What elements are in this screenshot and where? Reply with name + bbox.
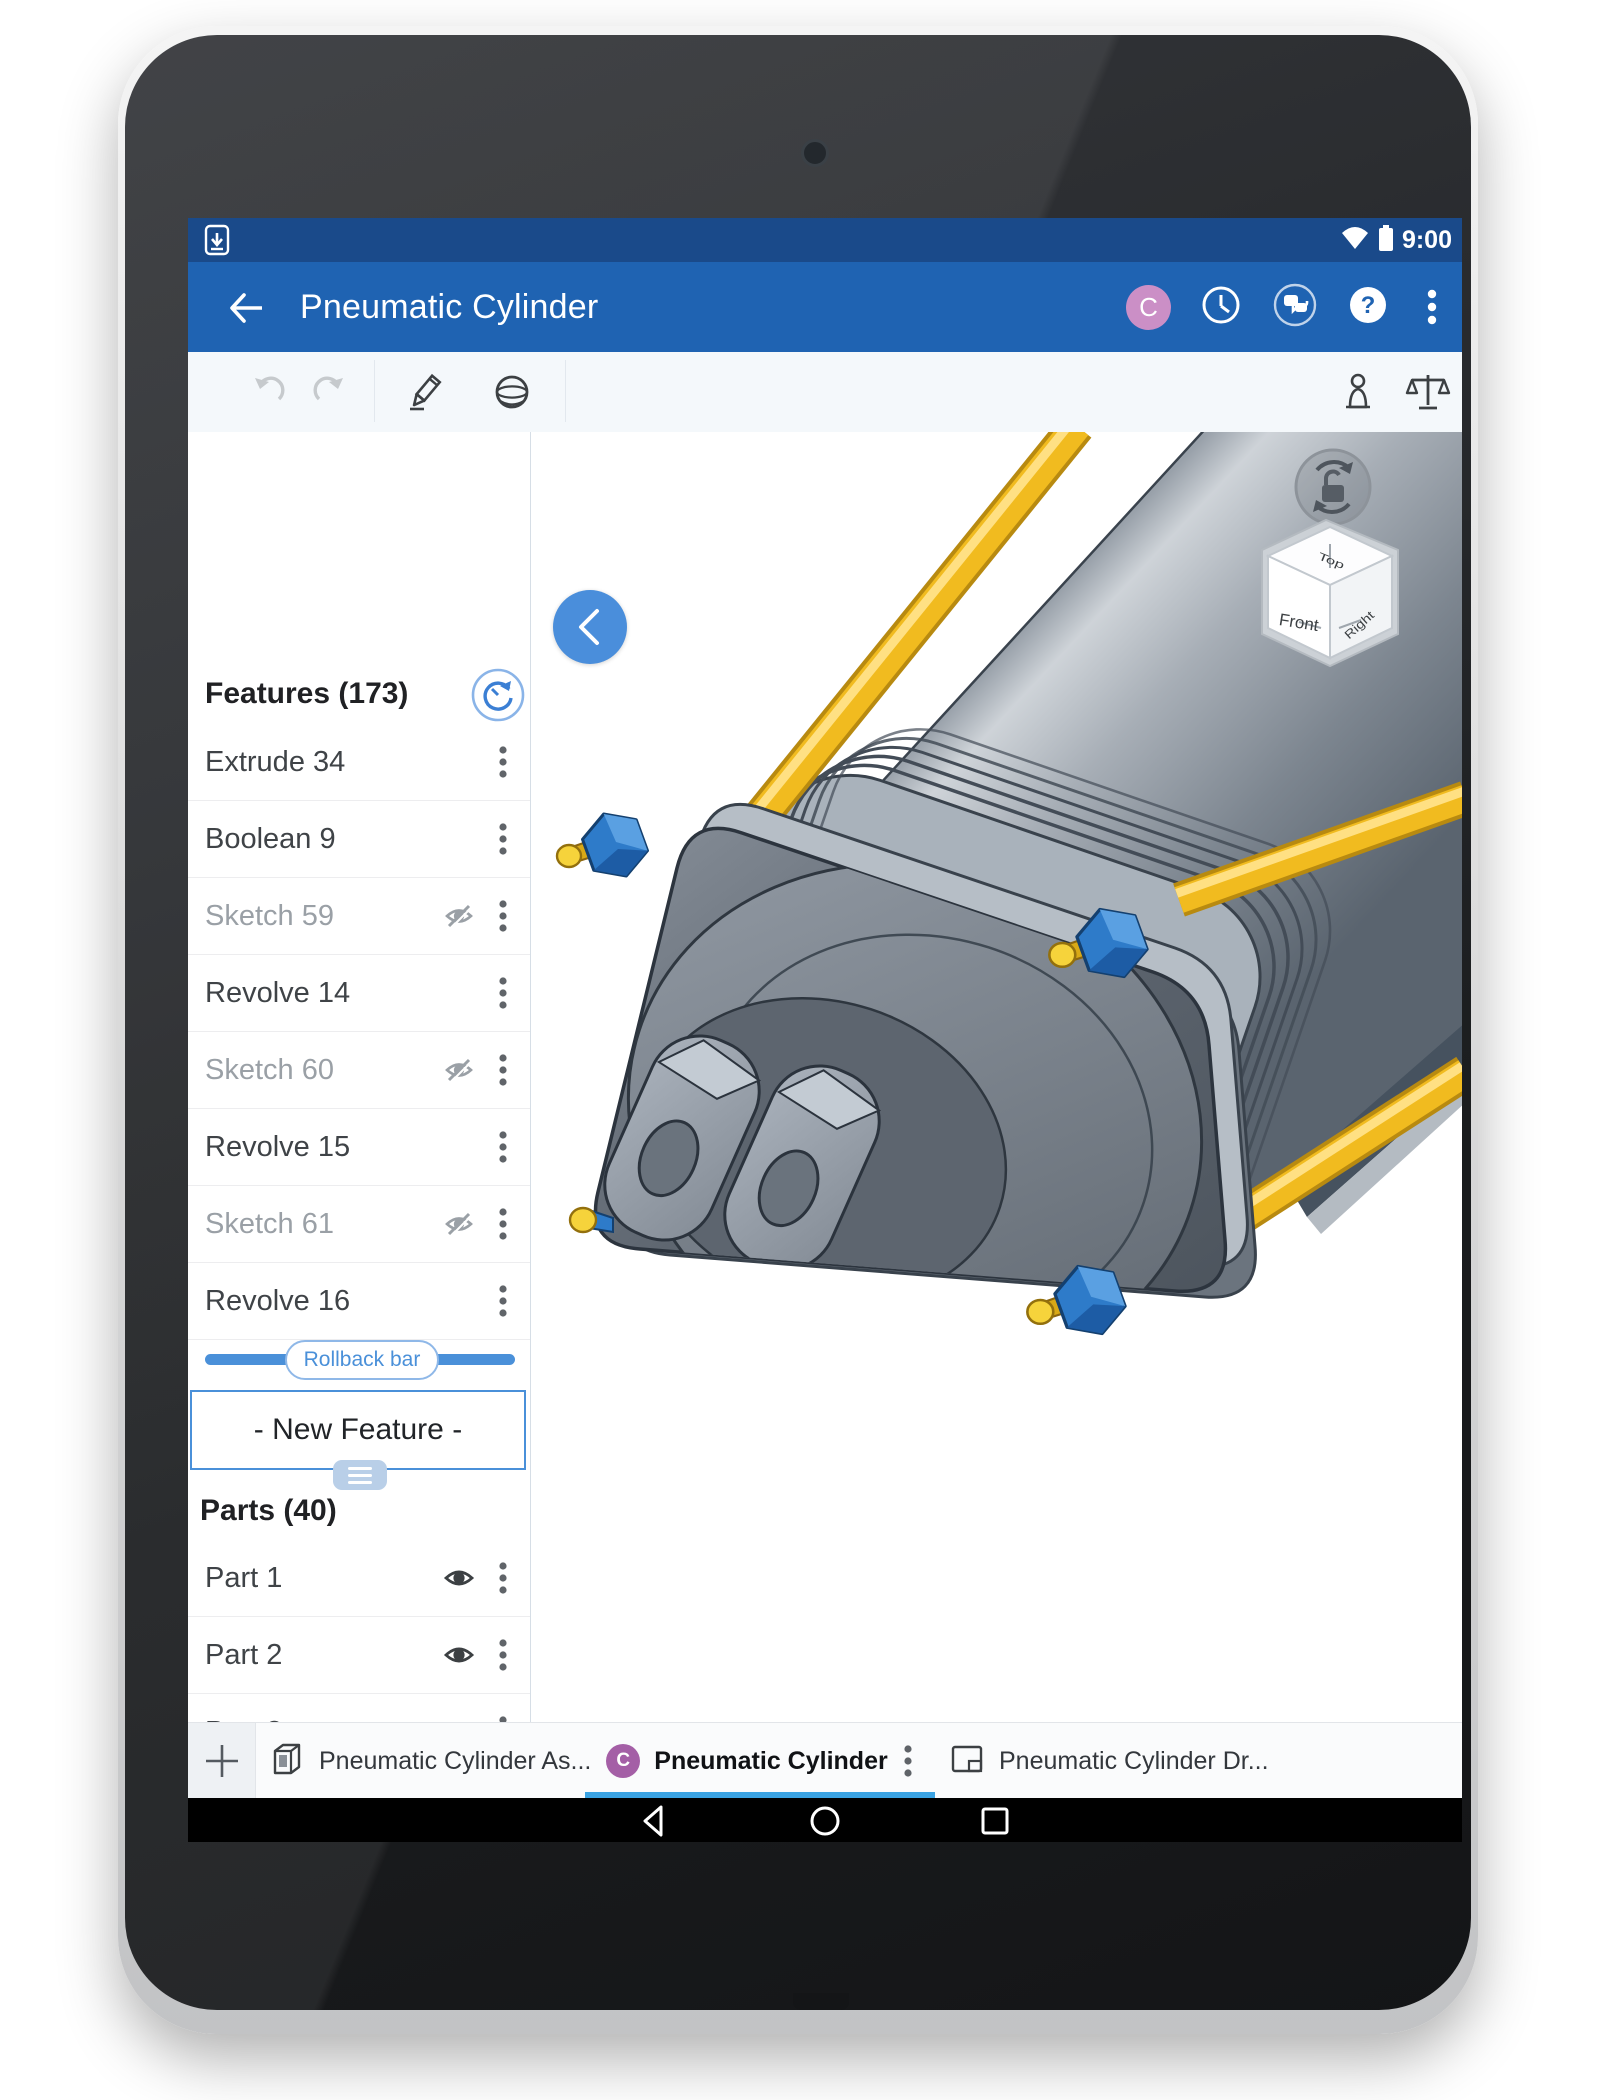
tab-overflow-icon[interactable]	[902, 1741, 914, 1781]
assembly-doc-icon	[269, 1741, 305, 1782]
features-list: Extrude 34 Boolean 9 Sketch 59 Revolve 1…	[188, 724, 530, 1340]
parts-list: Part 1 Part 2 Part 3 Part 4 Part 5	[188, 1540, 530, 1722]
feature-label: Revolve 15	[205, 1131, 432, 1164]
nav-recents-button[interactable]	[977, 1803, 1013, 1839]
drawing-doc-icon	[949, 1741, 985, 1782]
tab-label: Pneumatic Cylinder As...	[319, 1747, 591, 1776]
svg-text:?: ?	[1361, 292, 1376, 319]
row-overflow-icon[interactable]	[486, 1204, 520, 1244]
row-overflow-icon[interactable]	[486, 1050, 520, 1090]
nav-home-button[interactable]	[807, 1803, 843, 1839]
rotation-lock-button[interactable]	[1296, 450, 1370, 524]
pneumatic-cylinder-model: Top Front Right	[531, 432, 1462, 1722]
model-viewport[interactable]: Top Front Right	[531, 432, 1462, 1722]
app-bar: Pneumatic Cylinder C ?	[188, 262, 1462, 352]
mass-properties-scales-icon[interactable]	[1400, 364, 1456, 420]
feature-label: Sketch 59	[205, 900, 432, 933]
feature-row[interactable]: Boolean 9	[188, 801, 530, 878]
feature-row[interactable]: Extrude 34	[188, 724, 530, 801]
view-cube[interactable]: Top Front Right	[1262, 520, 1398, 666]
hidden-eye-icon[interactable]	[432, 1053, 486, 1087]
feature-row[interactable]: Sketch 59	[188, 878, 530, 955]
row-overflow-icon[interactable]	[486, 896, 520, 936]
status-time: 9:00	[1402, 226, 1452, 255]
tab-avatar: C	[606, 1744, 640, 1778]
row-overflow-icon[interactable]	[486, 1281, 520, 1321]
rollback-history-icon[interactable]	[471, 668, 525, 727]
row-overflow-icon[interactable]	[486, 819, 520, 859]
tab-part-studio-active[interactable]: C Pneumatic Cylinder	[585, 1723, 935, 1799]
front-camera	[801, 139, 829, 167]
undo-icon[interactable]	[240, 364, 296, 420]
row-overflow-icon[interactable]	[486, 973, 520, 1013]
sketch-pencil-icon[interactable]	[397, 364, 453, 420]
wifi-icon	[1340, 225, 1370, 256]
row-overflow-icon[interactable]	[486, 1712, 520, 1722]
screenshot-notification-icon	[204, 224, 230, 261]
redo-icon[interactable]	[302, 364, 358, 420]
features-header: Features (173)	[205, 677, 408, 711]
feature-row[interactable]: Revolve 15	[188, 1109, 530, 1186]
tab-assembly[interactable]: Pneumatic Cylinder As...	[255, 1723, 605, 1799]
feature-row[interactable]: Revolve 14	[188, 955, 530, 1032]
tab-label: Pneumatic Cylinder Dr...	[999, 1747, 1269, 1776]
shaded-sphere-icon[interactable]	[484, 364, 540, 420]
hidden-eye-icon[interactable]	[432, 1207, 486, 1241]
status-bar: 9:00	[188, 218, 1462, 262]
feature-label: Sketch 61	[205, 1208, 432, 1241]
rollback-bar-pill[interactable]: Rollback bar	[285, 1340, 439, 1380]
comments-icon[interactable]	[1271, 281, 1319, 334]
part-label: Part 2	[205, 1639, 432, 1672]
feature-label: Revolve 14	[205, 977, 432, 1010]
collapse-panel-button[interactable]	[553, 590, 627, 664]
row-overflow-icon[interactable]	[486, 1127, 520, 1167]
row-overflow-icon[interactable]	[486, 742, 520, 782]
nav-back-button[interactable]	[637, 1803, 673, 1839]
feature-row[interactable]: Sketch 61	[188, 1186, 530, 1263]
tablet-device-frame: 9:00 Pneumatic Cylinder C	[118, 26, 1478, 2034]
tab-drawing[interactable]: Pneumatic Cylinder Dr...	[935, 1723, 1283, 1799]
document-tab-bar: Pneumatic Cylinder As... C Pneumatic Cyl…	[188, 1722, 1462, 1799]
visible-eye-icon[interactable]	[432, 1561, 486, 1595]
hidden-eye-icon[interactable]	[432, 899, 486, 933]
android-nav-bar	[188, 1798, 1462, 1842]
user-avatar[interactable]: C	[1126, 285, 1171, 330]
overflow-menu-icon[interactable]	[1426, 285, 1438, 334]
versions-clock-icon[interactable]	[1198, 282, 1244, 333]
document-title: Pneumatic Cylinder	[300, 262, 598, 352]
tie-rod-nut-top-left[interactable]	[557, 814, 648, 876]
usb-port-notch	[793, 1993, 849, 2010]
battery-icon	[1377, 224, 1395, 257]
feature-row[interactable]: Sketch 60	[188, 1032, 530, 1109]
new-feature-drag-handle[interactable]	[333, 1460, 387, 1490]
visible-eye-icon[interactable]	[432, 1638, 486, 1672]
part-label: Part 1	[205, 1562, 432, 1595]
tab-label: Pneumatic Cylinder	[654, 1747, 887, 1776]
app-screen: 9:00 Pneumatic Cylinder C	[188, 218, 1462, 1842]
new-feature-button[interactable]: - New Feature -	[190, 1390, 526, 1470]
part-row[interactable]: Part 3	[188, 1694, 530, 1722]
tablet-glass-bezel: 9:00 Pneumatic Cylinder C	[125, 35, 1471, 2010]
back-arrow-icon[interactable]	[224, 286, 268, 330]
modeling-toolbar	[188, 352, 1462, 433]
row-overflow-icon[interactable]	[486, 1558, 520, 1598]
part-row[interactable]: Part 1	[188, 1540, 530, 1617]
feature-label: Sketch 60	[205, 1054, 432, 1087]
part-row[interactable]: Part 2	[188, 1617, 530, 1694]
row-overflow-icon[interactable]	[486, 1635, 520, 1675]
person-figure-icon[interactable]	[1330, 364, 1386, 420]
help-icon[interactable]: ?	[1346, 283, 1390, 332]
feature-label: Revolve 16	[205, 1285, 432, 1318]
feature-tree-panel: Features (173) Extrude 34 Boolean 9 Sket…	[188, 432, 531, 1722]
feature-label: Extrude 34	[205, 746, 432, 779]
feature-label: Boolean 9	[205, 823, 432, 856]
visible-eye-icon[interactable]	[432, 1715, 486, 1722]
parts-header: Parts (40)	[200, 1494, 337, 1528]
rollback-bar[interactable]: Rollback bar	[188, 1328, 530, 1390]
add-tab-button[interactable]	[188, 1723, 256, 1799]
